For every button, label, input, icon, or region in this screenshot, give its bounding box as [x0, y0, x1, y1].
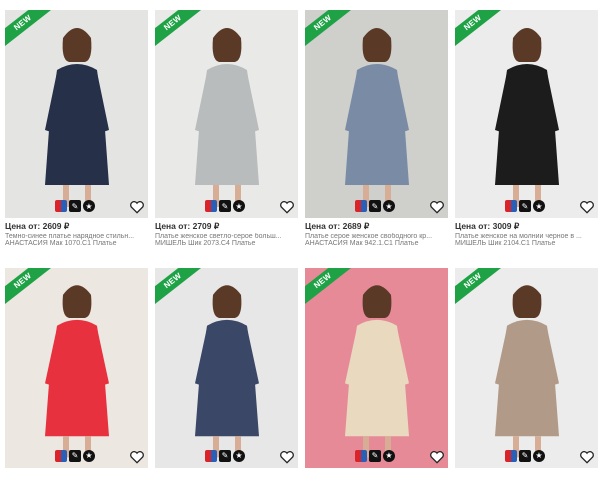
product-photo[interactable]: NEW ✎ ★: [455, 268, 598, 468]
star-icon[interactable]: ★: [383, 200, 395, 212]
star-icon[interactable]: ★: [533, 200, 545, 212]
product-grid: NEW ✎ ★ Цена от: 2609 ₽ Темно-синее плат…: [0, 0, 600, 480]
new-ribbon: NEW: [155, 268, 205, 318]
star-icon[interactable]: ★: [233, 200, 245, 212]
new-ribbon: NEW: [305, 268, 355, 318]
size-chart-icon[interactable]: [505, 200, 517, 212]
heart-icon[interactable]: [579, 200, 595, 214]
heart-icon[interactable]: [429, 200, 445, 214]
product-meta: АНАСТАСИЯ Мак 1070.С1 Платье: [5, 240, 148, 247]
product-card[interactable]: NEW ✎ ★: [155, 268, 298, 480]
new-label: NEW: [155, 268, 205, 311]
heart-icon[interactable]: [129, 200, 145, 214]
star-icon[interactable]: ★: [233, 450, 245, 462]
feature-badges: ✎ ★: [505, 450, 545, 462]
size-chart-icon[interactable]: [55, 450, 67, 462]
new-ribbon: NEW: [155, 10, 205, 60]
product-price: Цена от: 2689 ₽: [305, 221, 448, 232]
new-label: NEW: [305, 10, 355, 53]
heart-icon[interactable]: [279, 200, 295, 214]
new-label: NEW: [5, 268, 55, 311]
heart-icon[interactable]: [279, 450, 295, 464]
new-label: NEW: [155, 10, 205, 53]
feature-badges: ✎ ★: [55, 450, 95, 462]
new-label: NEW: [455, 268, 505, 311]
product-card[interactable]: NEW ✎ ★: [455, 268, 598, 480]
feature-badges: ✎ ★: [205, 450, 245, 462]
product-title[interactable]: Темно-синее платье нарядное стильн...: [5, 233, 148, 240]
pencil-icon[interactable]: ✎: [519, 200, 531, 212]
product-photo[interactable]: NEW ✎ ★: [455, 10, 598, 218]
new-ribbon: NEW: [455, 10, 505, 60]
star-icon[interactable]: ★: [83, 200, 95, 212]
product-photo[interactable]: NEW ✎ ★: [305, 268, 448, 468]
pencil-icon[interactable]: ✎: [219, 450, 231, 462]
pencil-icon[interactable]: ✎: [519, 450, 531, 462]
new-ribbon: NEW: [5, 268, 55, 318]
product-card[interactable]: NEW ✎ ★: [5, 268, 148, 480]
size-chart-icon[interactable]: [55, 200, 67, 212]
product-price: Цена от: 2709 ₽: [155, 221, 298, 232]
product-meta: МИШЕЛЬ Шик 2073.С4 Платье: [155, 240, 298, 247]
product-meta: АНАСТАСИЯ Мак 942.1.С1 Платье: [305, 240, 448, 247]
heart-icon[interactable]: [129, 450, 145, 464]
product-card[interactable]: NEW ✎ ★ Цена от: 2689 ₽ Платье серое жен…: [305, 10, 448, 260]
size-chart-icon[interactable]: [505, 450, 517, 462]
product-price: Цена от: 3009 ₽: [455, 221, 598, 232]
star-icon[interactable]: ★: [533, 450, 545, 462]
feature-badges: ✎ ★: [505, 200, 545, 212]
size-chart-icon[interactable]: [355, 450, 367, 462]
pencil-icon[interactable]: ✎: [369, 200, 381, 212]
heart-icon[interactable]: [429, 450, 445, 464]
new-label: NEW: [305, 268, 355, 311]
product-photo[interactable]: NEW ✎ ★: [155, 10, 298, 218]
new-ribbon: NEW: [5, 10, 55, 60]
feature-badges: ✎ ★: [355, 450, 395, 462]
star-icon[interactable]: ★: [383, 450, 395, 462]
star-icon[interactable]: ★: [83, 450, 95, 462]
pencil-icon[interactable]: ✎: [69, 200, 81, 212]
feature-badges: ✎ ★: [355, 200, 395, 212]
size-chart-icon[interactable]: [205, 200, 217, 212]
product-card[interactable]: NEW ✎ ★ Цена от: 2609 ₽ Темно-синее плат…: [5, 10, 148, 260]
heart-icon[interactable]: [579, 450, 595, 464]
product-photo[interactable]: NEW ✎ ★: [155, 268, 298, 468]
product-photo[interactable]: NEW ✎ ★: [305, 10, 448, 218]
product-title[interactable]: Платье женское светло-серое больш...: [155, 233, 298, 240]
pencil-icon[interactable]: ✎: [369, 450, 381, 462]
product-photo[interactable]: NEW ✎ ★: [5, 10, 148, 218]
size-chart-icon[interactable]: [355, 200, 367, 212]
new-label: NEW: [5, 10, 55, 53]
product-meta: МИШЕЛЬ Шик 2104.С1 Платье: [455, 240, 598, 247]
new-ribbon: NEW: [455, 268, 505, 318]
product-price: Цена от: 2609 ₽: [5, 221, 148, 232]
pencil-icon[interactable]: ✎: [69, 450, 81, 462]
size-chart-icon[interactable]: [205, 450, 217, 462]
feature-badges: ✎ ★: [55, 200, 95, 212]
feature-badges: ✎ ★: [205, 200, 245, 212]
new-ribbon: NEW: [305, 10, 355, 60]
product-card[interactable]: NEW ✎ ★: [305, 268, 448, 480]
product-card[interactable]: NEW ✎ ★ Цена от: 3009 ₽ Платье женское н…: [455, 10, 598, 260]
pencil-icon[interactable]: ✎: [219, 200, 231, 212]
product-title[interactable]: Платье женское на молнии черное в ...: [455, 233, 598, 240]
product-photo[interactable]: NEW ✎ ★: [5, 268, 148, 468]
new-label: NEW: [455, 10, 505, 53]
product-card[interactable]: NEW ✎ ★ Цена от: 2709 ₽ Платье женское с…: [155, 10, 298, 260]
product-title[interactable]: Платье серое женское свободного кр...: [305, 233, 448, 240]
